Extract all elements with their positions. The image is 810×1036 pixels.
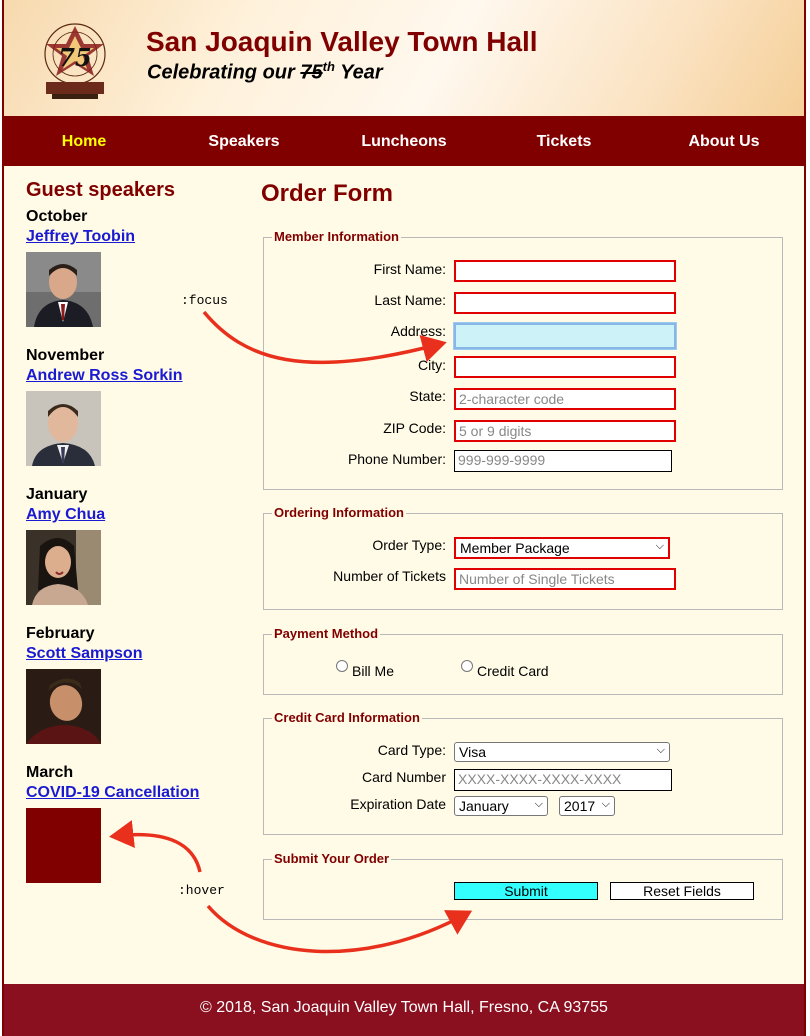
tagline-end: Year <box>334 61 383 84</box>
chevron-down-icon: ⌵ <box>534 798 543 810</box>
fieldset-legend: Ordering Information <box>272 505 406 520</box>
card-type-value: Visa <box>459 744 486 760</box>
fieldset-legend: Member Information <box>272 229 401 244</box>
city-label: City: <box>418 357 446 373</box>
bill-me-label: Bill Me <box>352 663 395 679</box>
speaker-link-covid[interactable]: COVID-19 Cancellation <box>26 784 199 802</box>
speaker-link-chua[interactable]: Amy Chua <box>26 506 105 524</box>
tagline-number: 75 <box>300 61 323 84</box>
tickets-input[interactable]: Number of Single Tickets <box>454 568 676 590</box>
town-hall-logo: 75 <box>44 23 106 99</box>
expiration-label: Expiration Date <box>350 796 446 812</box>
first-name-input[interactable] <box>454 260 676 282</box>
expiration-year-select[interactable]: 2017 ⌵ <box>559 796 615 816</box>
card-type-select[interactable]: Visa ⌵ <box>454 742 670 762</box>
speaker-photo-placeholder[interactable] <box>26 808 101 883</box>
speaker-photo-toobin[interactable] <box>26 252 101 327</box>
submit-button[interactable]: Submit <box>454 882 598 900</box>
site-title: San Joaquin Valley Town Hall <box>146 26 538 57</box>
last-name-input[interactable] <box>454 292 676 314</box>
fieldset-legend: Credit Card Information <box>272 710 422 725</box>
speaker-photo-chua[interactable] <box>26 530 101 605</box>
nav-home[interactable]: Home <box>4 133 164 151</box>
speaker-link-toobin[interactable]: Jeffrey Toobin <box>26 228 135 246</box>
speaker-month: March <box>26 764 74 781</box>
page: 75 San Joaquin Valley Town Hall Celebrat… <box>2 0 806 1036</box>
address-input[interactable] <box>454 323 676 349</box>
state-input[interactable]: 2-character code <box>454 388 676 410</box>
zip-label: ZIP Code: <box>383 420 446 436</box>
hover-arrow-to-photo <box>109 820 202 873</box>
expiration-month-select[interactable]: January ⌵ <box>454 796 548 816</box>
nav-tickets[interactable]: Tickets <box>484 133 644 151</box>
chevron-down-icon: ⌵ <box>601 798 610 810</box>
speaker-link-sorkin[interactable]: Andrew Ross Sorkin <box>26 367 182 385</box>
tagline-suffix: th <box>322 59 335 74</box>
order-type-value: Member Package <box>460 540 570 556</box>
first-name-label: First Name: <box>373 261 446 277</box>
order-type-select[interactable]: Member Package ⌵ <box>454 537 670 559</box>
payment-method-fieldset: Payment Method Bill Me Credit Card <box>263 626 783 695</box>
ordering-info-fieldset: Ordering Information Order Type: Member … <box>263 505 783 610</box>
fieldset-legend: Payment Method <box>272 626 381 641</box>
state-label: State: <box>409 388 446 404</box>
nav-luncheons[interactable]: Luncheons <box>324 133 484 151</box>
speaker-photo-sampson[interactable] <box>26 669 101 744</box>
city-input[interactable] <box>454 356 676 378</box>
member-info-fieldset: Member Information First Name: Last Name… <box>263 229 783 490</box>
phone-input[interactable]: 999-999-9999 <box>454 450 672 472</box>
card-number-input[interactable]: XXXX-XXXX-XXXX-XXXX <box>454 769 672 791</box>
speaker-month: October <box>26 208 88 225</box>
main-nav: Home Speakers Luncheons Tickets About Us <box>4 118 804 166</box>
order-type-label: Order Type: <box>372 537 446 553</box>
speaker-month: January <box>26 486 88 503</box>
reset-button[interactable]: Reset Fields <box>610 882 754 900</box>
sidebar-title: Guest speakers <box>26 179 175 201</box>
phone-label: Phone Number: <box>347 451 446 467</box>
credit-card-fieldset: Credit Card Information Card Type: Visa ⌵… <box>263 710 783 835</box>
address-label: Address: <box>390 323 446 339</box>
zip-input[interactable]: 5 or 9 digits <box>454 420 676 442</box>
speaker-link-sampson[interactable]: Scott Sampson <box>26 645 142 663</box>
tagline: Celebrating our 75th Year <box>147 59 383 85</box>
credit-card-label: Credit Card <box>477 663 549 679</box>
card-number-label: Card Number <box>361 769 446 785</box>
chevron-down-icon: ⌵ <box>656 744 665 756</box>
svg-text:75: 75 <box>58 43 91 72</box>
focus-annotation: :focus <box>181 293 228 308</box>
speaker-month: February <box>26 625 95 642</box>
fieldset-legend: Submit Your Order <box>272 851 392 866</box>
footer: © 2018, San Joaquin Valley Town Hall, Fr… <box>4 984 804 1036</box>
header: 75 San Joaquin Valley Town Hall Celebrat… <box>4 0 804 118</box>
hover-annotation: :hover <box>178 883 225 898</box>
tagline-prefix: Celebrating our <box>147 61 301 84</box>
tickets-label: Number of Tickets <box>333 568 446 584</box>
expiration-year-value: 2017 <box>564 798 596 814</box>
speaker-month: November <box>26 347 105 364</box>
credit-card-radio[interactable] <box>461 660 473 672</box>
expiration-month-value: January <box>459 798 509 814</box>
card-type-label: Card Type: <box>377 742 446 758</box>
bill-me-radio[interactable] <box>336 660 348 672</box>
page-title: Order Form <box>261 180 394 207</box>
nav-speakers[interactable]: Speakers <box>164 133 324 151</box>
speaker-photo-sorkin[interactable] <box>26 391 101 466</box>
last-name-label: Last Name: <box>374 292 446 308</box>
submit-fieldset: Submit Your Order Submit Reset Fields <box>263 851 783 920</box>
nav-about-us[interactable]: About Us <box>644 133 804 151</box>
chevron-down-icon: ⌵ <box>655 540 664 552</box>
